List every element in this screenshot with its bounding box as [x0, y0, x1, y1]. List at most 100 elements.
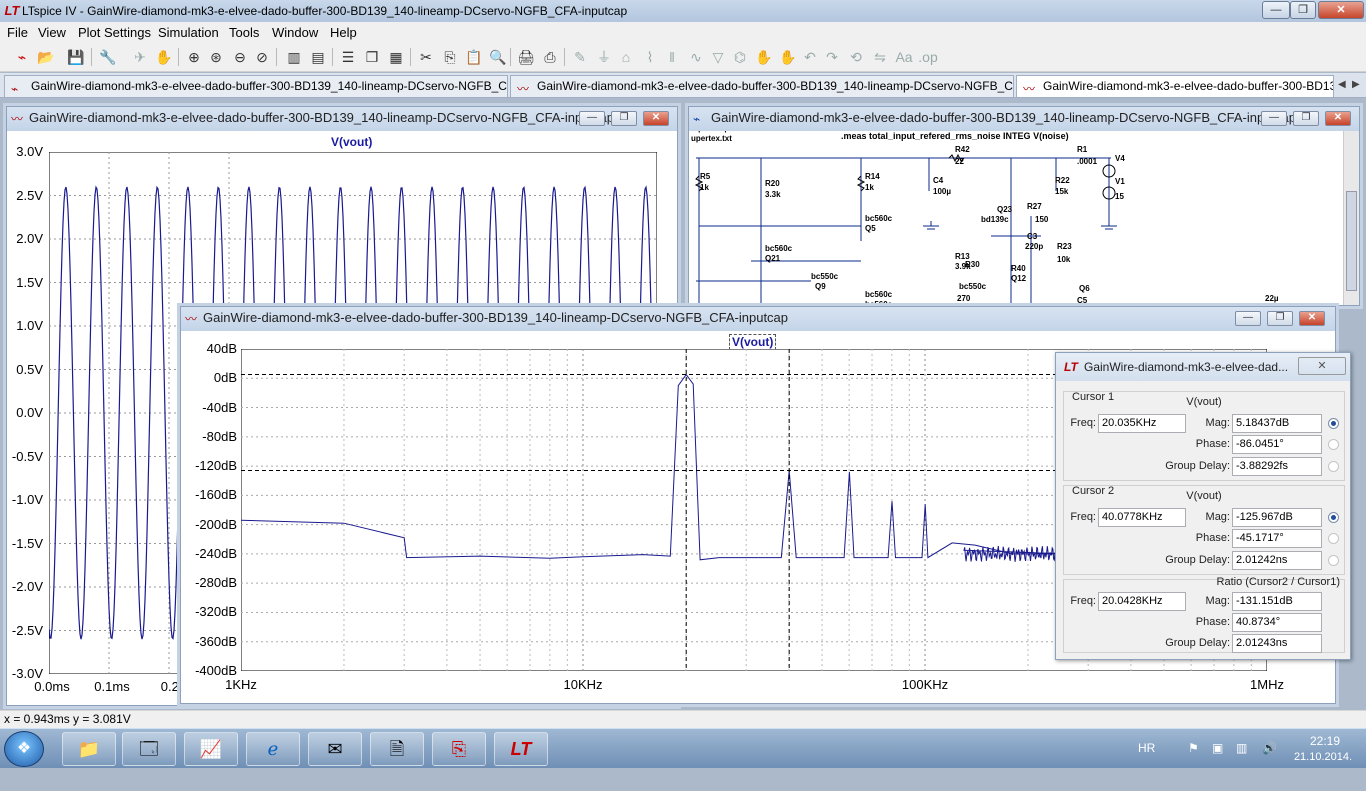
- ground-icon[interactable]: ⏚: [594, 47, 614, 67]
- fft-plot-minimize-button[interactable]: —: [1235, 311, 1261, 326]
- cursor2-group-delay-field[interactable]: 2.01242ns: [1232, 551, 1322, 570]
- cut-icon[interactable]: ✂: [416, 47, 436, 67]
- cursor2-mag-field[interactable]: -125.967dB: [1232, 508, 1322, 527]
- ltspice-taskbar-icon[interactable]: LT: [494, 732, 548, 766]
- time-plot-close-button[interactable]: ✕: [643, 111, 669, 126]
- text-icon[interactable]: Aa: [894, 47, 914, 67]
- zoom-in-icon[interactable]: ⊕: [184, 47, 204, 67]
- cursor1-group-delay-field[interactable]: -3.88292fs: [1232, 457, 1322, 476]
- resistor-icon[interactable]: ⌇: [640, 47, 660, 67]
- clock-date[interactable]: 21.10.2014.: [1288, 751, 1358, 791]
- menu-window[interactable]: Window: [272, 25, 318, 40]
- open-folder-icon[interactable]: 📂: [36, 47, 56, 67]
- ratio-phase-field[interactable]: 40.8734°: [1232, 613, 1322, 632]
- pan-icon[interactable]: ⊛: [206, 47, 226, 67]
- inductor-icon[interactable]: ∿: [686, 47, 706, 67]
- mirror-icon[interactable]: ⇋: [870, 47, 890, 67]
- copy-icon[interactable]: ⎘: [440, 47, 460, 67]
- cursor-panel[interactable]: LT GainWire-diamond-mk3-e-elvee-dad... ✕ …: [1055, 352, 1351, 660]
- schematic-scrollbar[interactable]: [1343, 131, 1359, 305]
- internet-explorer-icon[interactable]: ℯ: [246, 732, 300, 766]
- volume-icon[interactable]: 🔊: [1262, 741, 1277, 781]
- schematic-window[interactable]: ⌁ GainWire-diamond-mk3-e-elvee-dado-buffe…: [688, 106, 1360, 306]
- menu-simulation[interactable]: Simulation: [158, 25, 219, 40]
- menu-tools[interactable]: Tools: [229, 25, 259, 40]
- new-schematic-icon[interactable]: ⌁: [12, 47, 32, 67]
- cursor2-phase-radio[interactable]: [1328, 533, 1339, 544]
- label-net-icon[interactable]: ⌂: [616, 47, 636, 67]
- flag-icon[interactable]: ⚑: [1188, 741, 1199, 781]
- tile-horizontal-icon[interactable]: ☰: [338, 47, 358, 67]
- cursor1-mag-radio[interactable]: [1328, 418, 1339, 429]
- delete-trace-icon[interactable]: ▤: [308, 47, 328, 67]
- restore-button[interactable]: ❐: [1290, 1, 1316, 19]
- fft-plot-close-button[interactable]: ✕: [1299, 311, 1325, 326]
- tab-schematic[interactable]: ⌁ GainWire-diamond-mk3-e-elvee-dado-buffe…: [4, 75, 508, 97]
- time-plot-minimize-button[interactable]: —: [579, 111, 605, 126]
- menu-file[interactable]: File: [7, 25, 28, 40]
- scope-taskbar-icon[interactable]: 📈: [184, 732, 238, 766]
- zoom-fit-icon[interactable]: ⊘: [252, 47, 272, 67]
- rotate-icon[interactable]: ⟲: [846, 47, 866, 67]
- ratio-mag-field[interactable]: -131.151dB: [1232, 592, 1322, 611]
- tab-waveform-1[interactable]: 〰 GainWire-diamond-mk3-e-elvee-dado-buffe…: [510, 75, 1014, 97]
- spice-directive-icon[interactable]: .op: [918, 47, 938, 67]
- schematic-restore-button[interactable]: ❐: [1293, 111, 1319, 126]
- cursor2-group-delay-radio[interactable]: [1328, 555, 1339, 566]
- zoom-out-icon[interactable]: ⊖: [230, 47, 250, 67]
- cascade-icon[interactable]: ❐: [362, 47, 382, 67]
- drag-icon[interactable]: ✋: [778, 47, 798, 67]
- tile-vertical-icon[interactable]: ▦: [386, 47, 406, 67]
- find-icon[interactable]: 🔍: [488, 47, 508, 67]
- diode-icon[interactable]: ▽: [708, 47, 728, 67]
- pdf-taskbar-icon[interactable]: ⎘: [432, 732, 486, 766]
- start-button[interactable]: ❖: [4, 731, 44, 767]
- time-trace-label[interactable]: V(vout): [331, 135, 372, 149]
- save-icon[interactable]: 💾: [66, 47, 86, 67]
- move-icon[interactable]: ✋: [754, 47, 774, 67]
- fft-trace-label[interactable]: V(vout): [729, 334, 777, 350]
- component-icon[interactable]: ⌬: [730, 47, 750, 67]
- run-icon[interactable]: ✈: [130, 47, 150, 67]
- cursor1-freq-field[interactable]: 20.035KHz: [1098, 414, 1186, 433]
- redo-icon[interactable]: ↷: [822, 47, 842, 67]
- network-icon[interactable]: ▥: [1236, 741, 1247, 781]
- minimize-button[interactable]: —: [1262, 1, 1290, 19]
- cursor-panel-close-button[interactable]: ✕: [1298, 357, 1346, 375]
- menu-help[interactable]: Help: [330, 25, 357, 40]
- close-button[interactable]: ✕: [1318, 1, 1364, 19]
- schematic-canvas[interactable]: upertex.txt .meas total_input_refered_rms…: [691, 131, 1341, 305]
- app-taskbar-icon[interactable]: 🗔: [122, 732, 176, 766]
- device-icon[interactable]: ▣: [1212, 741, 1223, 781]
- autorange-icon[interactable]: ▥: [284, 47, 304, 67]
- capacitor-icon[interactable]: ‖: [662, 47, 682, 67]
- halt-icon[interactable]: ✋: [154, 47, 174, 67]
- cursor1-group-delay-radio[interactable]: [1328, 461, 1339, 472]
- paste-icon[interactable]: 📋: [464, 47, 484, 67]
- schematic-minimize-button[interactable]: —: [1261, 111, 1287, 126]
- menu-plot-settings[interactable]: Plot Settings: [78, 25, 151, 40]
- tab-waveform-2[interactable]: 〰 GainWire-diamond-mk3-e-elvee-dado-buffe…: [1016, 75, 1334, 97]
- cursor1-mag-field[interactable]: 5.18437dB: [1232, 414, 1322, 433]
- mail-taskbar-icon[interactable]: ✉: [308, 732, 362, 766]
- tab-scroll-left-icon[interactable]: ◀: [1338, 79, 1346, 90]
- undo-icon[interactable]: ↶: [800, 47, 820, 67]
- schematic-close-button[interactable]: ✕: [1325, 111, 1351, 126]
- cursor2-phase-field[interactable]: -45.1717°: [1232, 529, 1322, 548]
- language-indicator[interactable]: HR: [1138, 741, 1155, 781]
- fft-plot-restore-button[interactable]: ❐: [1267, 311, 1293, 326]
- cursor2-mag-radio[interactable]: [1328, 512, 1339, 523]
- document-taskbar-icon[interactable]: 🗎: [370, 732, 424, 766]
- ratio-freq-field[interactable]: 20.0428KHz: [1098, 592, 1186, 611]
- tab-scroll-right-icon[interactable]: ▶: [1352, 79, 1360, 90]
- menu-view[interactable]: View: [38, 25, 66, 40]
- explorer-taskbar-icon[interactable]: 📁: [62, 732, 116, 766]
- schematic-scroll-thumb[interactable]: [1346, 191, 1357, 291]
- ratio-group-delay-field[interactable]: 2.01243ns: [1232, 634, 1322, 653]
- cursor1-phase-radio[interactable]: [1328, 439, 1339, 450]
- cursor2-freq-field[interactable]: 40.0778KHz: [1098, 508, 1186, 527]
- draw-wire-icon[interactable]: ✎: [570, 47, 590, 67]
- time-plot-restore-button[interactable]: ❐: [611, 111, 637, 126]
- cursor1-phase-field[interactable]: -86.0451°: [1232, 435, 1322, 454]
- print-preview-icon[interactable]: 🖨: [516, 47, 536, 67]
